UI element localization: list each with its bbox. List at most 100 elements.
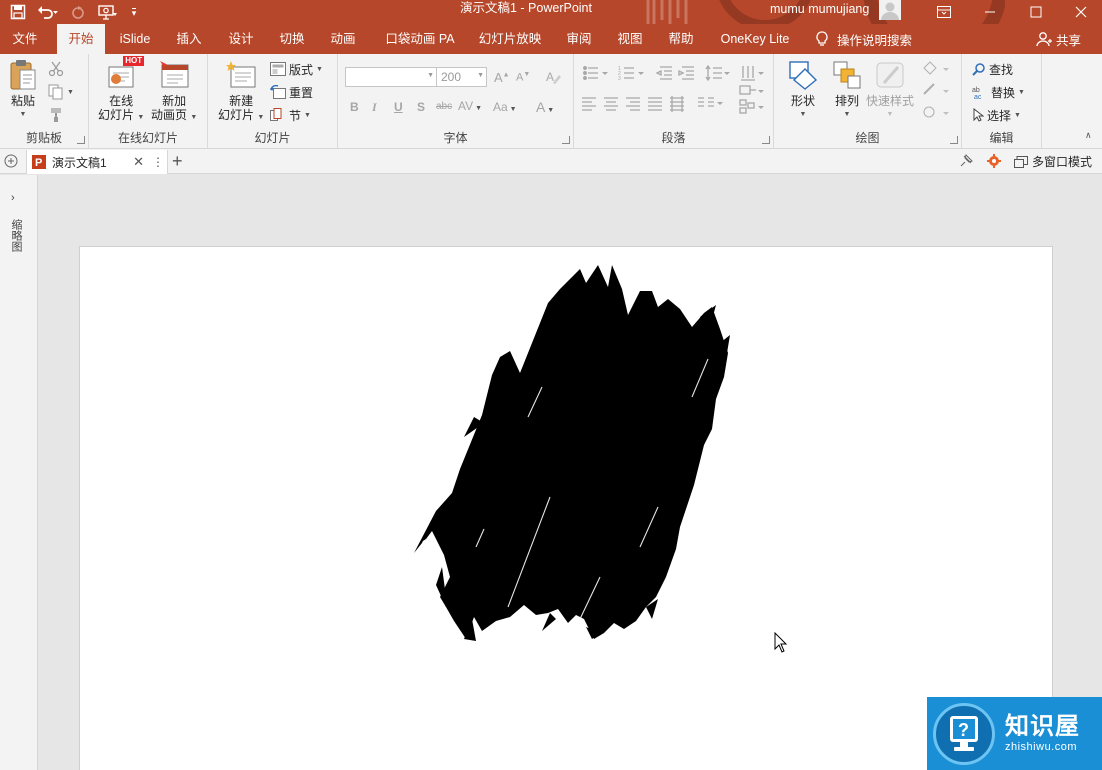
title-bar: ▾ 演示文稿1 - PowerPoint mumu mumujiang xyxy=(0,0,1102,60)
increase-font-size-button[interactable]: A▲ xyxy=(494,67,510,87)
reset-label: 重置 xyxy=(289,85,314,100)
paste-icon xyxy=(10,60,36,90)
change-case-button[interactable]: Aa ▼ xyxy=(493,100,517,114)
tab-review[interactable]: 审阅 xyxy=(557,24,601,54)
tab-insert[interactable]: 插入 xyxy=(166,24,212,54)
layout-button[interactable]: 版式 ▼ xyxy=(270,59,323,79)
copy-dropdown-caret[interactable]: ▼ xyxy=(67,89,74,96)
drawing-launcher[interactable] xyxy=(950,136,958,144)
tab-view[interactable]: 视图 xyxy=(608,24,652,54)
svg-text:A: A xyxy=(546,70,554,84)
find-button[interactable]: 查找 xyxy=(972,59,1013,79)
paste-label: 粘贴 xyxy=(10,94,35,108)
shapes-icon xyxy=(789,61,818,90)
paragraph-launcher[interactable] xyxy=(762,136,770,144)
multi-window-mode-button[interactable]: 多窗口模式 xyxy=(1014,153,1092,170)
bold-button[interactable]: B xyxy=(350,100,359,114)
maximize-icon xyxy=(1030,6,1042,18)
section-button[interactable]: 节 ▼ xyxy=(270,105,311,125)
settings-button[interactable] xyxy=(986,153,1002,172)
character-spacing-button[interactable]: AV ▼ xyxy=(458,99,482,113)
tab-animations[interactable]: 动画 xyxy=(320,24,366,54)
tab-menu-button[interactable] xyxy=(3,153,19,172)
font-size-dropdown-icon[interactable]: ▼ xyxy=(477,72,484,79)
shapes-caret: ▼ xyxy=(799,111,807,118)
new-animation-label-1: 新加 xyxy=(162,94,187,108)
tab-islide[interactable]: iSlide xyxy=(110,24,160,54)
watermark-title: 知识屋 xyxy=(1005,712,1080,740)
expand-thumbnails-button[interactable]: › xyxy=(11,192,15,204)
quick-styles-label: 快速样式 xyxy=(866,94,915,108)
tab-onekey-lite[interactable]: OneKey Lite xyxy=(712,24,798,54)
maximize-button[interactable] xyxy=(1013,0,1059,24)
font-name-combo[interactable]: ▼ xyxy=(345,67,437,87)
cut-button[interactable] xyxy=(48,59,64,79)
increase-font-icon: A▲ xyxy=(494,69,510,85)
font-name-dropdown-icon[interactable]: ▼ xyxy=(427,72,434,79)
font-launcher[interactable] xyxy=(562,136,570,144)
shadow-button[interactable]: S xyxy=(417,100,425,114)
slide-canvas[interactable] xyxy=(79,246,1053,770)
collapse-ribbon-button[interactable]: ∧ xyxy=(1085,130,1092,141)
new-tab-button[interactable]: + xyxy=(172,150,183,172)
ribbon-display-options-button[interactable] xyxy=(921,0,967,24)
new-slide-button[interactable]: 新建 幻灯片 ▼ xyxy=(218,58,264,125)
reset-button[interactable]: 重置 xyxy=(270,82,313,102)
brush-stroke-shape[interactable] xyxy=(80,247,1054,770)
layout-label: 版式 xyxy=(289,62,314,77)
replace-label: 替换 xyxy=(991,85,1016,100)
new-animation-label-2: 动画页 ▼ xyxy=(151,108,197,125)
font-size-combo[interactable]: 200 ▼ xyxy=(436,67,487,87)
document-tab-name: 演示文稿1 xyxy=(52,155,107,170)
tell-me-search[interactable]: 操作说明搜索 xyxy=(815,24,912,54)
paste-button[interactable]: 粘贴 ▼ xyxy=(6,58,40,122)
minimize-button[interactable] xyxy=(967,0,1013,24)
online-slides-button[interactable]: HOT 在线 幻灯片 ▼ xyxy=(98,56,144,125)
select-button[interactable]: 选择 ▼ xyxy=(972,105,1021,125)
close-tab-icon[interactable]: ✕ xyxy=(133,154,144,170)
clipboard-launcher[interactable] xyxy=(77,136,85,144)
strikethrough-button[interactable]: abc xyxy=(436,101,452,112)
italic-button[interactable]: I xyxy=(372,100,377,115)
online-slides-label-2: 幻灯片 ▼ xyxy=(98,108,144,125)
share-button[interactable]: 共享 xyxy=(1036,24,1081,54)
tab-design[interactable]: 设计 xyxy=(218,24,264,54)
quick-styles-button[interactable]: 快速样式 ▼ xyxy=(866,58,914,122)
underline-button[interactable]: U xyxy=(394,100,403,114)
tab-pocket-animation[interactable]: 口袋动画 PA xyxy=(378,24,462,54)
group-label-font: 字体 xyxy=(443,131,468,145)
clear-formatting-button[interactable]: A xyxy=(545,67,561,87)
online-slides-caret: ▼ xyxy=(137,114,145,121)
paste-dropdown-caret[interactable]: ▼ xyxy=(20,108,27,122)
tab-home[interactable]: 开始 xyxy=(57,24,105,55)
close-icon xyxy=(1075,6,1087,18)
paragraph-controls-icon: 123 xyxy=(582,64,764,114)
copy-button[interactable]: ▼ xyxy=(48,82,74,102)
format-painter-button[interactable] xyxy=(48,105,64,125)
new-animation-page-button[interactable]: 新加 动画页 ▼ xyxy=(151,58,197,125)
tab-options-icon[interactable]: ⋮ xyxy=(149,155,167,169)
tab-help[interactable]: 帮助 xyxy=(659,24,703,54)
group-label-editing: 编辑 xyxy=(989,131,1014,145)
arrange-icon xyxy=(833,61,861,89)
font-color-button[interactable]: A ▼ xyxy=(536,99,554,115)
svg-text:ac: ac xyxy=(974,94,982,99)
tab-slideshow[interactable]: 幻灯片放映 xyxy=(472,24,548,54)
avatar[interactable] xyxy=(879,0,902,20)
decrease-font-size-button[interactable]: A▼ xyxy=(516,67,530,87)
gear-icon xyxy=(987,154,1001,168)
tab-transitions[interactable]: 切换 xyxy=(269,24,315,54)
pin-button[interactable] xyxy=(958,153,974,172)
close-button[interactable] xyxy=(1058,0,1102,24)
document-tab-strip: P 演示文稿1 ✕ ⋮ + 多窗口模式 xyxy=(0,149,1102,174)
section-icon xyxy=(270,108,282,121)
quick-styles-icon xyxy=(876,62,904,88)
account-area[interactable]: mumu mumujiang xyxy=(770,0,902,24)
document-tab[interactable]: P 演示文稿1 ✕ ⋮ xyxy=(26,150,168,174)
shapes-button[interactable]: 形状 ▼ xyxy=(786,58,820,122)
arrange-button[interactable]: 排列 ▼ xyxy=(830,58,864,122)
tab-file[interactable]: 文件 xyxy=(0,24,50,54)
quick-styles-caret: ▼ xyxy=(886,111,894,118)
replace-button[interactable]: ab ac 替换 ▼ xyxy=(972,82,1025,102)
new-animation-label-2-text: 动画页 xyxy=(151,108,188,122)
